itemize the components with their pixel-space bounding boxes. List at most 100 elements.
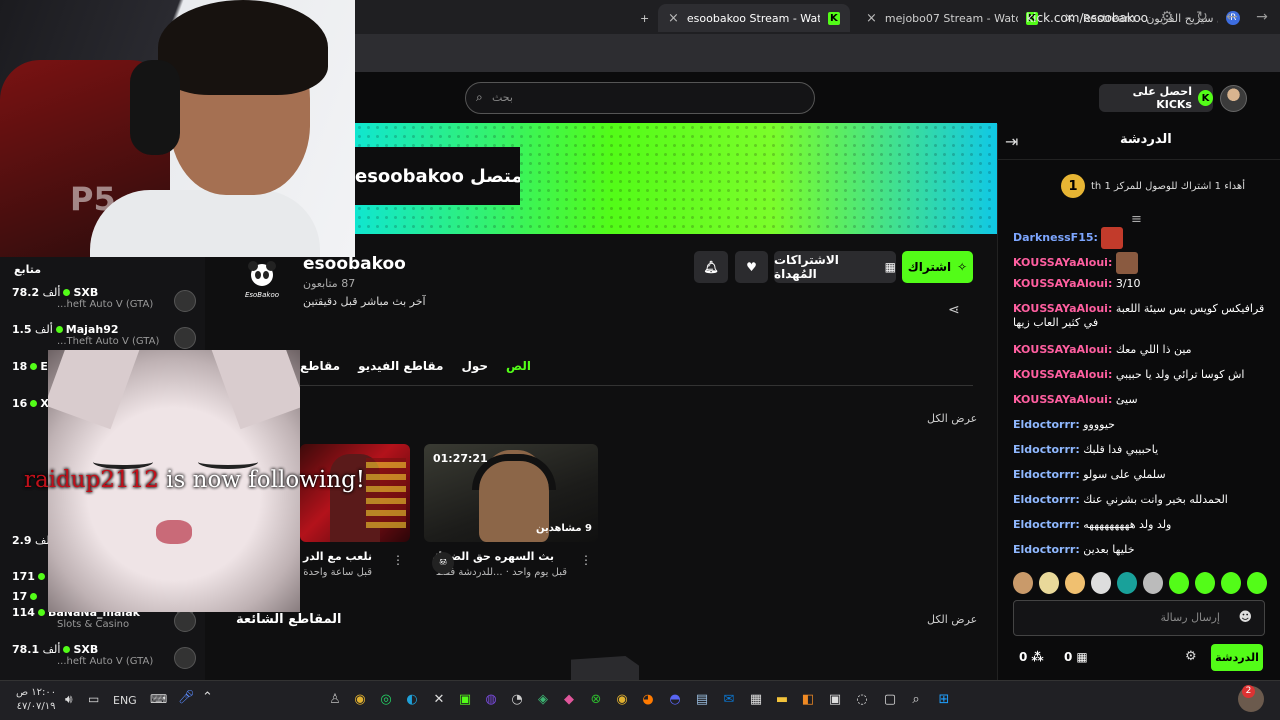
chat-username[interactable]: DarknessF15: bbox=[1013, 231, 1098, 244]
taskbar-clock[interactable]: ١٢:٠٠ ص ٤٧/٠٧/١٩ bbox=[16, 686, 56, 714]
points-counter[interactable]: 0 ⁂ bbox=[1019, 650, 1044, 664]
app-icon[interactable]: ◆ bbox=[559, 690, 579, 710]
headphones-icon bbox=[130, 60, 180, 155]
steam-icon[interactable]: ◔ bbox=[507, 690, 527, 710]
chat-input[interactable]: إرسال رسالة ☻ bbox=[1013, 600, 1265, 636]
subscribe-button[interactable]: اشتراك ✧ bbox=[902, 251, 973, 283]
filter-icon[interactable]: ≡ bbox=[1131, 212, 1142, 227]
gift-leaderboard[interactable]: أهداء 1 اشتراك للوصول للمركز 1 th 1 bbox=[1061, 174, 1245, 198]
app-icon[interactable]: ◌ bbox=[852, 690, 872, 710]
network-icon[interactable]: ▭ bbox=[88, 692, 99, 706]
forward-icon[interactable]: → bbox=[1252, 9, 1272, 29]
chat-message: Eldoctorrr: سلملي على سولو bbox=[1013, 468, 1268, 482]
firefox-icon[interactable]: ◕ bbox=[638, 690, 658, 710]
app-icon[interactable]: ◈ bbox=[533, 690, 553, 710]
chat-username[interactable]: KOUSSAYaAloui: bbox=[1013, 368, 1112, 381]
tab-videos[interactable]: مقاطع الفيديو bbox=[358, 359, 443, 373]
emote-icon[interactable] bbox=[1065, 572, 1085, 594]
video-thumbnail[interactable] bbox=[300, 444, 410, 542]
keyboard-icon[interactable]: ⌨ bbox=[150, 692, 167, 706]
tab-mejobo07[interactable]: × mejobo07 Stream - Watch Live K bbox=[856, 4, 1048, 32]
explorer-icon[interactable]: ▬ bbox=[772, 690, 792, 710]
emoji-icon[interactable]: ☻ bbox=[1238, 610, 1252, 625]
close-tab-icon[interactable]: × bbox=[866, 11, 877, 26]
search-input[interactable]: ⌕ بحث bbox=[465, 82, 815, 114]
emote-icon[interactable] bbox=[1247, 572, 1267, 594]
close-tab-icon[interactable]: × bbox=[668, 11, 679, 26]
chat-username[interactable]: Eldoctorrr: bbox=[1013, 418, 1080, 431]
send-chat-button[interactable]: الدردشة bbox=[1211, 644, 1263, 671]
chat-username[interactable]: KOUSSAYaAloui: bbox=[1013, 302, 1112, 315]
chat-username[interactable]: KOUSSAYaAloui: bbox=[1013, 343, 1112, 356]
emote-icon[interactable] bbox=[1221, 572, 1241, 594]
microphone-icon[interactable]: 🎤︎ bbox=[178, 690, 195, 705]
chat-username[interactable]: KOUSSAYaAloui: bbox=[1013, 393, 1112, 406]
chat-username[interactable]: Eldoctorrr: bbox=[1013, 493, 1080, 506]
chat-username[interactable]: Eldoctorrr: bbox=[1013, 543, 1080, 556]
tab-home[interactable]: الص bbox=[506, 359, 531, 373]
capcut-icon[interactable]: ✕ bbox=[429, 690, 449, 710]
viewer-count: 17 bbox=[12, 590, 28, 603]
chrome-icon[interactable]: ◉ bbox=[612, 690, 632, 710]
more-options-icon[interactable]: ⋮ bbox=[580, 553, 592, 567]
tab-about[interactable]: حول bbox=[461, 359, 488, 373]
volume-icon[interactable]: 🔊︎ bbox=[65, 692, 73, 707]
view-all-link[interactable]: عرض الكل bbox=[927, 412, 977, 425]
view-all-link[interactable]: عرض الكل bbox=[927, 613, 977, 626]
emote-icon[interactable] bbox=[1169, 572, 1189, 594]
video-thumbnail[interactable]: 01:27:21 9 مشاهدين bbox=[424, 444, 598, 542]
obs-icon[interactable]: ◍ bbox=[481, 690, 501, 710]
emote-icon[interactable] bbox=[1143, 572, 1163, 594]
more-options-icon[interactable]: ⋮ bbox=[392, 553, 404, 567]
chat-username[interactable]: Eldoctorrr: bbox=[1013, 468, 1080, 481]
emote-icon[interactable] bbox=[1039, 572, 1059, 594]
tab-esoobakoo[interactable]: × esoobakoo Stream - Watch Live K bbox=[658, 4, 850, 32]
kicks-counter[interactable]: 0 ▦ bbox=[1064, 650, 1088, 664]
chat-settings-icon[interactable]: ⚙ bbox=[1185, 649, 1197, 664]
xbox-icon[interactable]: ▣ bbox=[455, 690, 475, 710]
xbox-icon[interactable]: ⊗ bbox=[586, 690, 606, 710]
outlook-icon[interactable]: ✉ bbox=[719, 690, 739, 710]
chat-username[interactable]: Eldoctorrr: bbox=[1013, 518, 1080, 531]
follow-heart-button[interactable]: ♥ bbox=[735, 251, 768, 283]
collapse-chat-icon[interactable]: ⇥ bbox=[1005, 132, 1018, 151]
emote-icon[interactable] bbox=[1091, 572, 1111, 594]
gift-subs-button[interactable]: الاشتراكات المُهداة ▦ bbox=[774, 251, 896, 283]
site-settings-icon[interactable]: ⚙ bbox=[1157, 9, 1177, 29]
chat-username[interactable]: KOUSSAYaAloui: bbox=[1013, 277, 1112, 290]
windows-start-icon[interactable]: ⊞ bbox=[934, 690, 954, 710]
share-icon[interactable]: ⋖ bbox=[948, 302, 960, 318]
notifications-button[interactable]: 🔔︎ bbox=[694, 251, 728, 283]
chrome-icon[interactable]: ◉ bbox=[350, 690, 370, 710]
sidebar-channel[interactable]: ألف 78.2 SXB ...heft Auto V (GTA) bbox=[12, 286, 202, 312]
app-icon[interactable]: ▤ bbox=[692, 690, 712, 710]
channel-name: SXB bbox=[73, 286, 99, 299]
get-kicks-button[interactable]: K احصل على KICKs bbox=[1099, 84, 1213, 112]
back-icon[interactable]: ← bbox=[1222, 9, 1242, 29]
chat-username[interactable]: Eldoctorrr: bbox=[1013, 443, 1080, 456]
sidebar-channel[interactable]: ألف 78.1 SXB ...heft Auto V (GTA) bbox=[12, 643, 202, 669]
tray-chevron-icon[interactable]: ⌃ bbox=[202, 690, 213, 705]
app-icon[interactable]: ◧ bbox=[798, 690, 818, 710]
app-icon[interactable]: ♙ bbox=[325, 690, 345, 710]
chat-username[interactable]: KOUSSAYaAloui: bbox=[1013, 256, 1112, 269]
bell-icon: 🔔︎ bbox=[703, 260, 719, 274]
emote-icon[interactable] bbox=[1013, 572, 1033, 594]
edge-icon[interactable]: ◐ bbox=[402, 690, 422, 710]
tab-clips[interactable]: مقاطع bbox=[300, 359, 340, 373]
new-tab-button[interactable]: + bbox=[630, 4, 659, 32]
task-view-icon[interactable]: ▢ bbox=[880, 690, 900, 710]
reload-icon[interactable]: ↻ bbox=[1192, 9, 1212, 29]
calendar-icon[interactable]: ▦ bbox=[746, 690, 766, 710]
discord-icon[interactable]: ◓ bbox=[665, 690, 685, 710]
sidebar-channel[interactable]: ألف 1.5 Majah92 ...Theft Auto V (GTA) bbox=[12, 323, 202, 349]
whatsapp-icon[interactable]: ◎ bbox=[376, 690, 396, 710]
url-field[interactable]: kick.com/esoobakoo bbox=[1026, 11, 1148, 25]
emote-icon[interactable] bbox=[1117, 572, 1137, 594]
language-indicator[interactable]: ENG bbox=[113, 694, 137, 707]
store-icon[interactable]: ▣ bbox=[825, 690, 845, 710]
user-avatar[interactable] bbox=[1220, 85, 1247, 112]
emote-icon[interactable] bbox=[1195, 572, 1215, 594]
search-icon[interactable]: ⌕ bbox=[906, 690, 926, 710]
channel-tabs: الص حول مقاطع الفيديو مقاطع bbox=[300, 359, 531, 373]
